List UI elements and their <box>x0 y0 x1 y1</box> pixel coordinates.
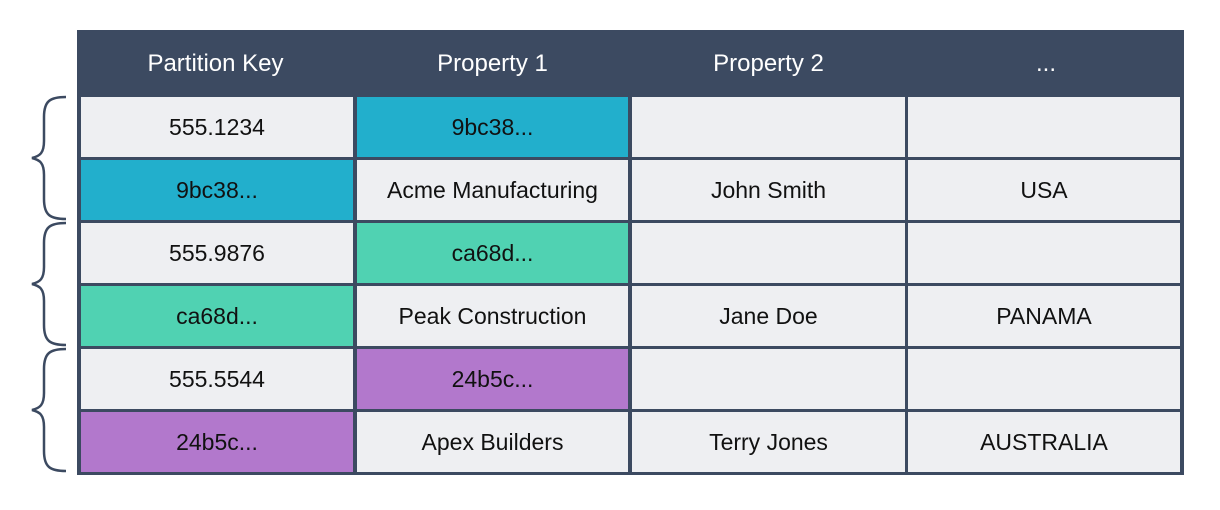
cell-property-1: Peak Construction <box>357 286 628 346</box>
cell-property-2: John Smith <box>632 160 905 220</box>
cell-partition-key: 555.5544 <box>81 349 353 409</box>
cell-more: USA <box>908 160 1180 220</box>
group-brace-3 <box>31 347 67 473</box>
cell-property-2: Jane Doe <box>632 286 905 346</box>
cell-property-1: ca68d... <box>357 223 628 283</box>
cell-property-2 <box>632 97 905 157</box>
cell-more <box>908 97 1180 157</box>
cell-partition-key: 9bc38... <box>81 160 353 220</box>
group-brace-1 <box>31 95 67 221</box>
cell-property-2 <box>632 223 905 283</box>
header-property-2: Property 2 <box>713 49 824 77</box>
header-property-1: Property 1 <box>437 49 548 77</box>
cell-partition-key: ca68d... <box>81 286 353 346</box>
cell-partition-key: 24b5c... <box>81 412 353 472</box>
group-braces <box>31 95 67 473</box>
group-brace-2 <box>31 221 67 347</box>
cell-more: AUSTRALIA <box>908 412 1180 472</box>
cell-partition-key: 555.1234 <box>81 97 353 157</box>
cell-more <box>908 223 1180 283</box>
cell-property-1: Apex Builders <box>357 412 628 472</box>
cell-property-1: Acme Manufacturing <box>357 160 628 220</box>
cell-more: PANAMA <box>908 286 1180 346</box>
cell-property-2: Terry Jones <box>632 412 905 472</box>
cell-more <box>908 349 1180 409</box>
cell-property-2 <box>632 349 905 409</box>
cell-property-1: 24b5c... <box>357 349 628 409</box>
partition-table: Partition Key Property 1 Property 2 ... … <box>77 30 1184 475</box>
cell-partition-key: 555.9876 <box>81 223 353 283</box>
header-partition-key: Partition Key <box>147 49 284 77</box>
cell-property-1: 9bc38... <box>357 97 628 157</box>
header-more: ... <box>1035 49 1056 77</box>
